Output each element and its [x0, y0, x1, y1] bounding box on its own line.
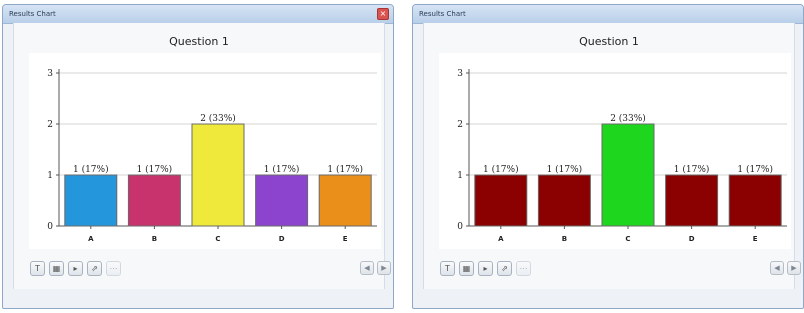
category-label: D [279, 235, 285, 243]
y-tick-label: 1 [457, 171, 463, 181]
y-tick-label: 1 [47, 171, 53, 181]
bar-e [318, 174, 372, 227]
y-tick-label: 2 [47, 120, 53, 130]
data-label: 1 (17%) [674, 164, 710, 175]
bar-b [127, 174, 181, 227]
category-label: B [562, 235, 567, 243]
data-label: 1 (17%) [73, 164, 109, 175]
window-titlebar[interactable]: Results Chart × [3, 5, 393, 24]
next-arrow-icon[interactable]: ▶ [787, 261, 801, 275]
next-page-icon[interactable]: ▸ [478, 261, 493, 276]
data-label: 1 (17%) [547, 164, 583, 175]
category-label: E [753, 235, 758, 243]
data-label: 1 (17%) [737, 164, 773, 175]
y-tick-label: 0 [47, 222, 53, 232]
next-arrow-icon[interactable]: ▶ [377, 261, 391, 275]
chart-export-icon[interactable]: ⇗ [87, 261, 102, 276]
data-label: 1 (17%) [137, 164, 173, 175]
y-tick-label: 2 [457, 120, 463, 130]
y-tick-label: 3 [47, 69, 53, 79]
bar-c [191, 123, 245, 227]
bar-c [601, 123, 655, 227]
bar-b [537, 174, 591, 227]
category-label: A [88, 235, 94, 243]
results-chart-window-2: Results Chart Question 1 0 1 2 3 1 (17%) A 1 (… [412, 4, 804, 309]
chart-client-area: Question 1 0 1 2 3 1 (17%) A 1 (17%) B 2 (33%) C 1… [13, 23, 391, 289]
window-title: Results Chart [9, 10, 56, 18]
data-label: 1 (17%) [327, 164, 363, 175]
chart-title: Question 1 [169, 35, 229, 48]
chart-toolbar: T ▦ ▸ ⇗ ⋯ ◀ ▶ [424, 249, 801, 289]
plot-panel: 0 1 2 3 1 (17%) A 1 (17%) B 2 (33%) C 1 (17%) D 1 (1… [29, 53, 381, 249]
close-icon[interactable]: × [377, 8, 389, 20]
bar-a [474, 174, 528, 227]
bar-d [665, 174, 719, 227]
category-label: C [215, 235, 220, 243]
y-tick-label: 0 [457, 222, 463, 232]
category-label: B [152, 235, 157, 243]
chart-client-area: Question 1 0 1 2 3 1 (17%) A 1 (17%) B 2 (33%) C 1… [423, 23, 801, 289]
bar-a [64, 174, 118, 227]
category-label: C [625, 235, 630, 243]
window-titlebar[interactable]: Results Chart [413, 5, 803, 24]
disabled-action-icon: ⋯ [106, 261, 121, 276]
chart-title: Question 1 [579, 35, 639, 48]
previous-arrow-icon[interactable]: ◀ [360, 261, 374, 275]
category-label: D [689, 235, 695, 243]
data-label: 2 (33%) [610, 113, 646, 124]
data-label: 1 (17%) [264, 164, 300, 175]
bar-chart: 0 1 2 3 1 (17%) A 1 (17%) B 2 (33%) C 1 (17%) D 1 (1… [47, 69, 377, 243]
chart-toolbar: T ▦ ▸ ⇗ ⋯ ◀ ▶ [14, 249, 391, 289]
data-label: 2 (33%) [200, 113, 236, 124]
bar-d [255, 174, 309, 227]
disabled-action-icon: ⋯ [516, 261, 531, 276]
text-format-icon[interactable]: T [30, 261, 45, 276]
table-icon[interactable]: ▦ [49, 261, 64, 276]
category-label: E [343, 235, 348, 243]
next-page-icon[interactable]: ▸ [68, 261, 83, 276]
previous-arrow-icon[interactable]: ◀ [770, 261, 784, 275]
bar-chart: 0 1 2 3 1 (17%) A 1 (17%) B 2 (33%) C 1 (17%) D 1 (1… [457, 69, 787, 243]
text-format-icon[interactable]: T [440, 261, 455, 276]
chart-export-icon[interactable]: ⇗ [497, 261, 512, 276]
table-icon[interactable]: ▦ [459, 261, 474, 276]
y-tick-label: 3 [457, 69, 463, 79]
bar-e [728, 174, 782, 227]
data-label: 1 (17%) [483, 164, 519, 175]
plot-panel: 0 1 2 3 1 (17%) A 1 (17%) B 2 (33%) C 1 (17%) D 1 (1… [439, 53, 791, 249]
category-label: A [498, 235, 504, 243]
results-chart-window-1: Results Chart × Question 1 0 1 2 3 1 (17%) A 1… [2, 4, 394, 309]
window-title: Results Chart [419, 10, 466, 18]
